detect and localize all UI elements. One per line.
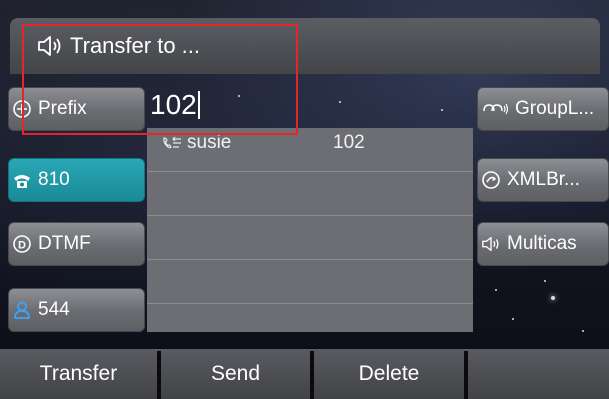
directory-list: susie 102 [147,128,473,332]
send-button[interactable]: Send [161,349,310,399]
empty-softkey[interactable] [468,349,609,399]
star-decoration [544,280,546,282]
softkey-bar: Transfer Send Delete [0,349,609,399]
dtmf-icon: D [13,235,31,253]
number-input[interactable]: 102 [148,84,476,126]
line-key-544[interactable]: 544 [8,288,145,332]
svg-text:D: D [18,240,26,252]
number-input-value: 102 [150,89,197,120]
plus-circle-icon [13,100,31,118]
user-icon [14,301,30,319]
title-bar: Transfer to ... [10,18,600,74]
transfer-button[interactable]: Transfer [0,349,157,399]
phone-screen: Transfer to ... Prefix 810 D DTMF 544 Gr… [0,0,609,399]
prefix-key[interactable]: Prefix [8,87,145,131]
line-key-810-label: 810 [38,169,70,190]
call-history-icon [163,136,181,149]
prefix-key-label: Prefix [38,98,87,119]
line-key-544-label: 544 [38,299,70,320]
phone-icon [14,175,30,188]
xml-browser-key[interactable]: XMLBr... [477,158,609,202]
list-item[interactable] [147,172,473,216]
list-item[interactable] [147,216,473,260]
multicast-key-label: Multicas [507,233,577,254]
send-button-label: Send [210,362,261,385]
multicast-key[interactable]: Multicas [477,222,609,266]
text-caret [197,91,200,119]
star-decoration [495,289,497,291]
speaker-icon [38,36,61,56]
contact-name: susie [187,132,232,153]
list-item[interactable] [147,304,473,332]
star-decoration [512,318,514,320]
delete-button[interactable]: Delete [314,349,464,399]
group-listen-key[interactable]: GroupL... [477,87,609,131]
star-decoration [582,330,584,332]
group-listen-icon [483,103,509,115]
xml-browser-key-label: XMLBr... [507,169,580,190]
transfer-button-label: Transfer [39,362,118,385]
dtmf-key-label: DTMF [38,233,91,254]
group-listen-key-label: GroupL... [515,98,595,119]
dtmf-key[interactable]: D DTMF [8,222,145,266]
star-decoration [551,296,555,300]
delete-button-label: Delete [358,362,420,385]
line-key-810[interactable]: 810 [8,158,145,202]
multicast-speaker-icon [482,236,499,252]
list-item[interactable] [147,260,473,304]
title-text: Transfer to ... [70,33,201,58]
xml-browser-icon [482,171,500,189]
list-item[interactable]: susie 102 [147,128,473,172]
contact-number: 102 [333,132,365,153]
